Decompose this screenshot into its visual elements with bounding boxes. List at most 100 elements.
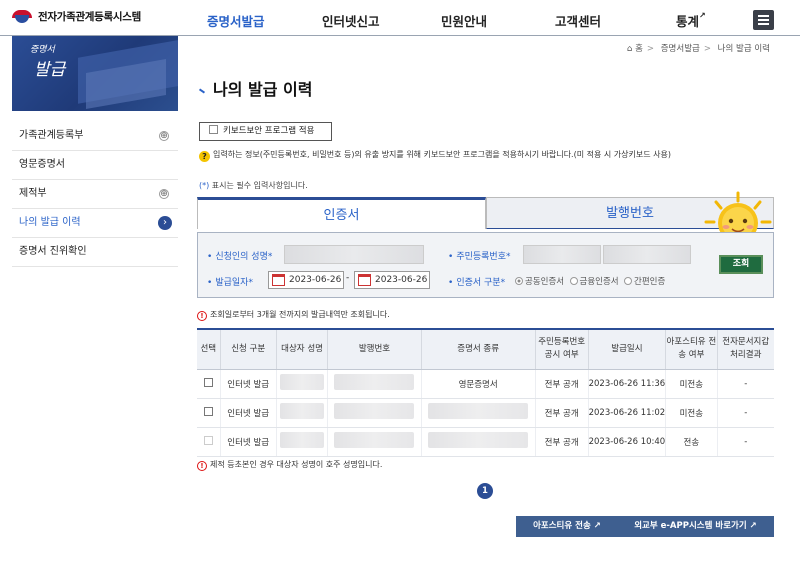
cell-rrn-disclosure: 전부 공개 xyxy=(534,369,589,399)
cert-type-radio-group: 공동인증서 금융인증서 간편인증 xyxy=(515,275,665,287)
breadcrumb-issue[interactable]: 증명서발급 xyxy=(661,44,700,54)
date-from-field[interactable]: 2023-06-26 xyxy=(268,271,344,289)
pagination-current-page[interactable]: 1 xyxy=(477,483,493,499)
redacted-name xyxy=(280,432,325,448)
banner-line1: 증명서 xyxy=(30,45,55,55)
table-row: 인터넷 발급 전부 공개 2023-06-26 10:40 전송 - xyxy=(197,427,774,457)
cell-apostille: 전송 xyxy=(665,427,717,457)
sidebar-item-english-certificate[interactable]: 영문증명서 xyxy=(12,151,178,180)
col-rrn-disclosure: 주민등록번호 공시 여부 xyxy=(534,328,589,370)
sidebar-item-family-register[interactable]: 가족관계등록부 ⊕ xyxy=(12,122,178,151)
table-header-row: 선택 신청 구분 대상자 성명 발행번호 증명서 종류 주민등록번호 공시 여부… xyxy=(197,328,774,370)
calendar-icon[interactable] xyxy=(272,274,285,286)
nav-civil-guide[interactable]: 민원안내 xyxy=(441,11,487,30)
cell-rrn-disclosure: 전부 공개 xyxy=(534,427,589,457)
redacted-name xyxy=(280,403,325,419)
eapp-link-button[interactable]: 외교부 e-APP시스템 바로가기 ↗ xyxy=(617,516,774,537)
sidebar: 가족관계등록부 ⊕ 영문증명서 제적부 ⊕ 나의 발급 이력 › 증명서 진위확… xyxy=(12,122,178,267)
cell-wallet-result: - xyxy=(716,398,774,428)
col-issue-number: 발행번호 xyxy=(327,328,422,370)
page-title-text: 나의 발급 이력 xyxy=(213,80,313,99)
nav-statistics[interactable]: 통계↗ xyxy=(676,11,706,30)
hamburger-menu-button[interactable] xyxy=(753,10,774,30)
redacted-cert-type xyxy=(428,403,529,419)
col-select: 선택 xyxy=(197,328,221,370)
nav-certificate-issue[interactable]: 증명서발급 xyxy=(207,11,265,30)
date-to-field[interactable]: 2023-06-26 xyxy=(354,271,430,289)
keyboard-security-toggle[interactable]: 키보드보안 프로그램 적용 xyxy=(199,122,332,141)
col-request-type: 신청 구분 xyxy=(219,328,277,370)
resident-number-back-field[interactable] xyxy=(603,245,691,264)
sidebar-item-removed-register[interactable]: 제적부 ⊕ xyxy=(12,180,178,209)
breadcrumb-current: 나의 발급 이력 xyxy=(717,44,770,54)
nav-statistics-label: 통계 xyxy=(676,14,700,29)
cell-apostille: 미전송 xyxy=(665,398,717,428)
security-notice-text: 입력하는 정보(주민등록번호, 비밀번호 등)의 유출 방지를 위해 키보드보안… xyxy=(213,150,671,159)
question-icon: ? xyxy=(199,151,210,162)
col-target-name: 대상자 성명 xyxy=(275,328,328,370)
site-title: 전자가족관계등록시스템 xyxy=(38,10,141,23)
row-checkbox[interactable] xyxy=(203,377,213,387)
required-note: (*) 표시는 필수 입력사항입니다. xyxy=(199,180,308,191)
cell-apostille: 미전송 xyxy=(665,369,717,399)
alert-icon: ! xyxy=(197,311,207,321)
sidebar-item-label: 가족관계등록부 xyxy=(19,130,84,141)
sidebar-item-verify[interactable]: 증명서 진위확인 xyxy=(12,238,178,267)
sidebar-item-my-history[interactable]: 나의 발급 이력 › xyxy=(12,209,178,238)
col-wallet-result: 전자문서지갑 처리결과 xyxy=(716,328,774,370)
security-notice: ? 입력하는 정보(주민등록번호, 비밀번호 등)의 유출 방지를 위해 키보드보… xyxy=(199,149,671,162)
cell-request-type: 인터넷 발급 xyxy=(219,369,277,399)
nav-online-report[interactable]: 인터넷신고 xyxy=(322,11,380,30)
required-star: (*) xyxy=(199,181,210,190)
tab-bar: 인증서 발행번호 xyxy=(197,197,774,229)
col-issued-at: 발급일시 xyxy=(587,328,666,370)
radio-financial-cert[interactable]: 금융인증서 xyxy=(569,277,619,287)
apostille-send-button[interactable]: 아포스티유 전송 ↗ xyxy=(516,516,618,537)
sidebar-item-label: 제적부 xyxy=(19,188,47,199)
table-row: 인터넷 발급 영문증명서 전부 공개 2023-06-26 11:36 미전송 … xyxy=(197,369,774,399)
row-checkbox-disabled xyxy=(203,435,213,445)
cert-type-label: • 인증서 구분* xyxy=(448,278,506,288)
resident-number-front-field[interactable] xyxy=(523,245,601,264)
expand-plus-icon[interactable]: ⊕ xyxy=(159,131,169,141)
apostille-send-label: 아포스티유 전송 xyxy=(533,521,591,531)
table-row: 인터넷 발급 전부 공개 2023-06-26 11:02 미전송 - xyxy=(197,398,774,428)
col-cert-type: 증명서 종류 xyxy=(420,328,536,370)
tab-certificate[interactable]: 인증서 xyxy=(197,197,486,229)
nav-customer-center[interactable]: 고객센터 xyxy=(555,11,601,30)
home-icon[interactable]: ⌂ xyxy=(627,44,632,54)
date-to-value: 2023-06-26 xyxy=(375,275,428,285)
eapp-link-label: 외교부 e-APP시스템 바로가기 xyxy=(634,521,747,531)
sidebar-item-label: 영문증명서 xyxy=(19,159,65,170)
cell-issued-at: 2023-06-26 11:02 xyxy=(587,398,666,428)
site-logo[interactable]: 전자가족관계등록시스템 xyxy=(12,8,141,24)
applicant-name-field[interactable] xyxy=(284,245,424,264)
redacted-name xyxy=(280,374,325,390)
radio-joint-cert[interactable]: 공동인증서 xyxy=(515,277,564,287)
search-form: • 신청인의 성명* • 주민등록번호* • 발급일자* 2023-06-26 - 2… xyxy=(197,232,774,298)
search-button[interactable]: 조회 xyxy=(719,255,763,274)
issue-date-label: • 발급일자* xyxy=(207,278,253,288)
external-link-icon: ↗ xyxy=(699,11,706,20)
redacted-issue-number xyxy=(334,432,415,448)
cell-request-type: 인터넷 발급 xyxy=(219,398,277,428)
redacted-issue-number xyxy=(334,374,415,390)
cell-cert-type: 영문증명서 xyxy=(420,369,536,399)
row-checkbox[interactable] xyxy=(203,406,213,416)
expand-plus-icon[interactable]: ⊕ xyxy=(159,189,169,199)
cell-rrn-disclosure: 전부 공개 xyxy=(534,398,589,428)
page-title: 나의 발급 이력 xyxy=(198,76,313,100)
cell-issued-at: 2023-06-26 10:40 xyxy=(587,427,666,457)
chevron-right-icon: › xyxy=(158,216,172,230)
radio-simple-auth[interactable]: 간편인증 xyxy=(624,277,665,287)
breadcrumb-home[interactable]: 홈 xyxy=(635,44,643,54)
redacted-issue-number xyxy=(334,403,415,419)
checkbox-icon[interactable] xyxy=(209,125,218,134)
cell-issued-at: 2023-06-26 11:36 xyxy=(587,369,666,399)
period-notice-text: 조회일로부터 3개월 전까지의 발급내역만 조회됩니다. xyxy=(210,310,390,319)
external-link-icon: ↗ xyxy=(593,521,601,531)
date-separator: - xyxy=(346,273,350,283)
issue-history-table: 선택 신청 구분 대상자 성명 발행번호 증명서 종류 주민등록번호 공시 여부… xyxy=(197,328,774,457)
banner-line2: 발급 xyxy=(34,60,66,80)
calendar-icon[interactable] xyxy=(358,274,371,286)
